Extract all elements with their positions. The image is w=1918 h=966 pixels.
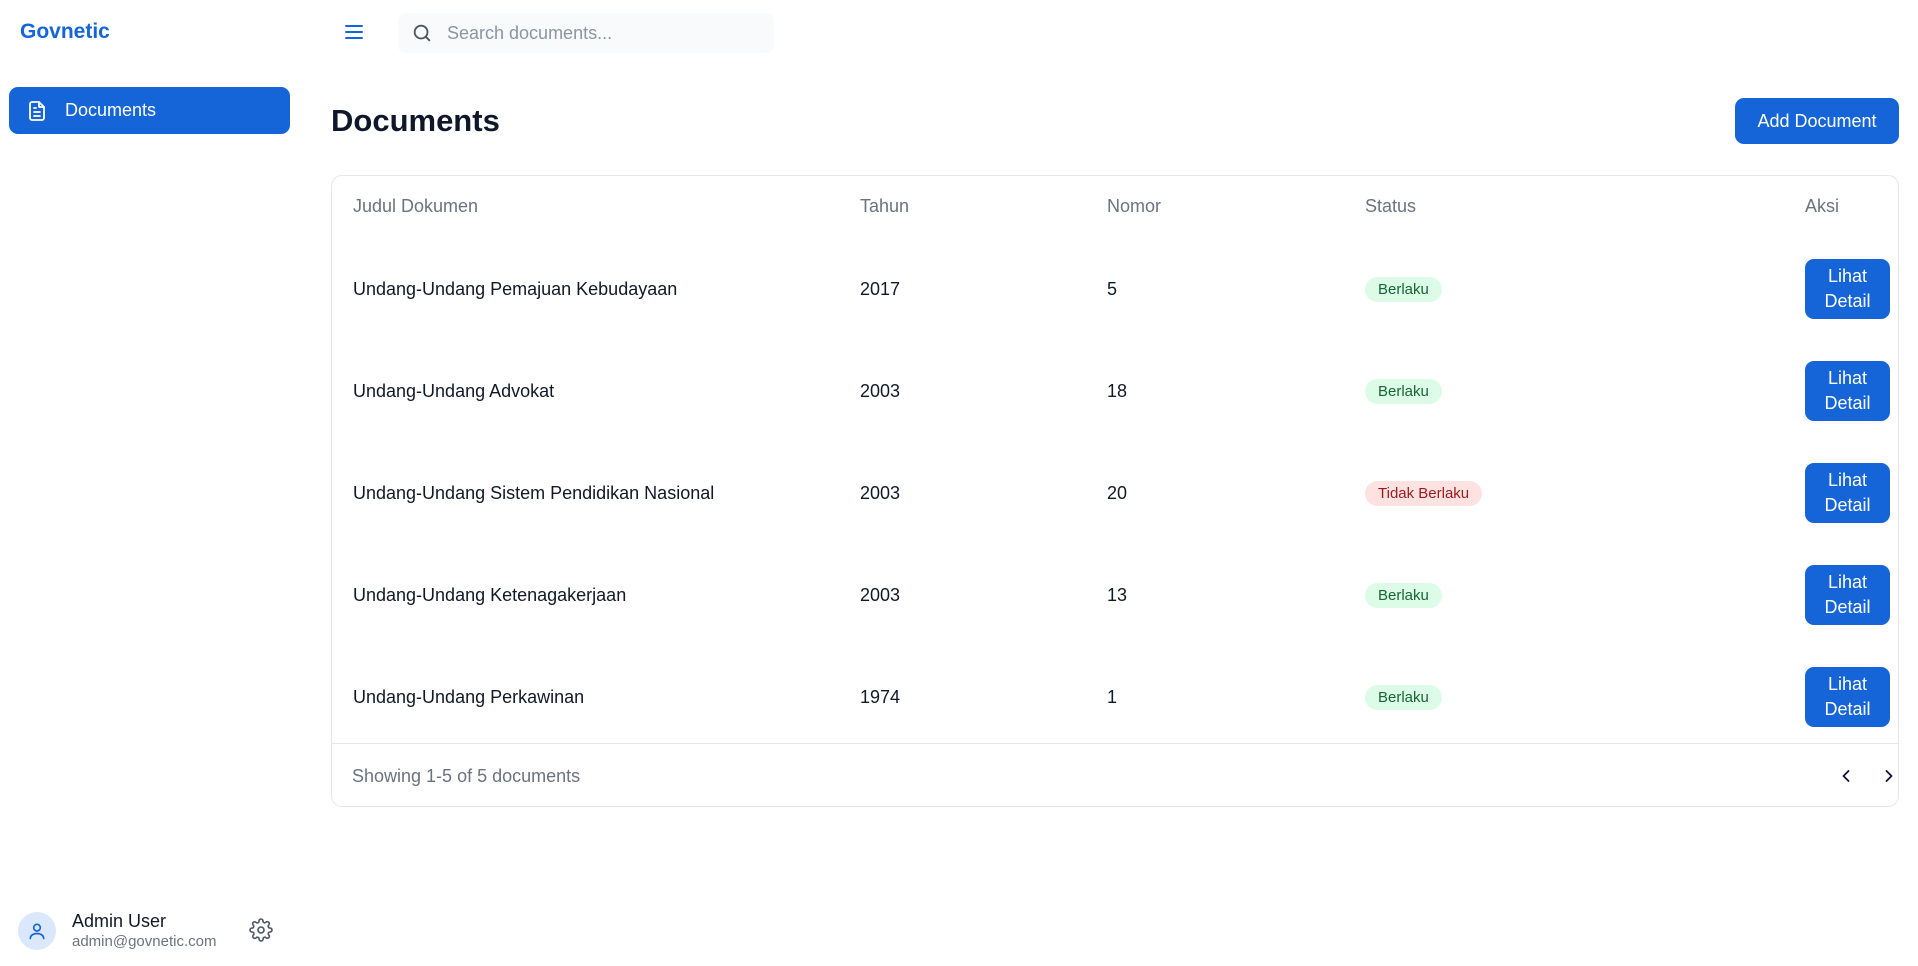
column-header-action: Aksi [1805, 196, 1840, 216]
status-badge: Berlaku [1365, 582, 1442, 608]
view-detail-button[interactable]: Lihat Detail [1805, 259, 1890, 319]
view-detail-button[interactable]: Lihat Detail [1805, 565, 1890, 625]
avatar [18, 912, 56, 950]
brand-logo[interactable]: Govnetic [20, 20, 110, 44]
add-document-button[interactable]: Add Document [1735, 98, 1899, 144]
document-title: Undang-Undang Sistem Pendidikan Nasional [353, 482, 715, 503]
table-row: Undang-Undang Perkawinan 1974 1 Berlaku … [332, 646, 1898, 748]
document-number: 18 [1107, 380, 1128, 401]
document-number: 20 [1107, 482, 1128, 503]
chevron-left-icon [1842, 770, 1850, 782]
next-page-button[interactable] [1877, 764, 1901, 788]
document-year: 2003 [860, 584, 901, 605]
hamburger-icon [345, 25, 363, 39]
document-number: 5 [1107, 278, 1118, 299]
previous-page-button[interactable] [1834, 764, 1858, 788]
table-footer: Showing 1-5 of 5 documents [332, 743, 1898, 807]
document-year: 1974 [860, 686, 901, 707]
gear-icon[interactable] [249, 918, 275, 944]
user-icon [29, 923, 45, 940]
view-detail-button[interactable]: Lihat Detail [1805, 463, 1890, 523]
chevron-right-icon [1885, 770, 1893, 782]
document-title: Undang-Undang Perkawinan [353, 686, 585, 707]
pagination-summary: Showing 1-5 of 5 documents [352, 766, 581, 786]
user-name: Admin User [72, 911, 167, 931]
column-header-year: Tahun [860, 196, 910, 216]
page-title: Documents [331, 103, 500, 138]
view-detail-button[interactable]: Lihat Detail [1805, 361, 1890, 421]
search-input[interactable] [447, 22, 747, 44]
table-row: Undang-Undang Advokat 2003 18 Berlaku Li… [332, 340, 1898, 442]
sidebar-item-label: Documents [65, 100, 157, 120]
document-year: 2017 [860, 278, 901, 299]
document-number: 1 [1107, 686, 1118, 707]
document-title: Undang-Undang Ketenagakerjaan [353, 584, 627, 605]
document-title: Undang-Undang Advokat [353, 380, 555, 401]
user-profile[interactable]: Admin User admin@govnetic.com [18, 906, 288, 956]
document-icon [25, 99, 49, 123]
document-title: Undang-Undang Pemajuan Kebudayaan [353, 278, 678, 299]
search-icon [411, 22, 433, 44]
sidebar-item-documents[interactable]: Documents [9, 87, 290, 134]
app: Govnetic Documents Admin User admin@govn… [0, 0, 1918, 966]
column-header-title: Judul Dokumen [353, 196, 479, 216]
menu-toggle-button[interactable] [340, 18, 368, 46]
status-badge: Berlaku [1365, 276, 1442, 302]
status-badge: Tidak Berlaku [1365, 480, 1483, 506]
document-number: 13 [1107, 584, 1128, 605]
document-year: 2003 [860, 482, 901, 503]
user-email: admin@govnetic.com [72, 933, 217, 950]
status-badge: Berlaku [1365, 378, 1442, 404]
search-bar[interactable] [398, 13, 774, 53]
document-year: 2003 [860, 380, 901, 401]
view-detail-button[interactable]: Lihat Detail [1805, 667, 1890, 727]
column-header-number: Nomor [1107, 196, 1162, 216]
documents-table: Judul Dokumen Tahun Nomor Status Aksi Un… [331, 175, 1899, 807]
sidebar: Govnetic Documents Admin User admin@govn… [0, 0, 300, 966]
table-row: Undang-Undang Sistem Pendidikan Nasional… [332, 442, 1898, 544]
table-row: Undang-Undang Ketenagakerjaan 2003 13 Be… [332, 544, 1898, 646]
status-badge: Berlaku [1365, 684, 1442, 710]
column-header-status: Status [1365, 196, 1417, 216]
table-row: Undang-Undang Pemajuan Kebudayaan 2017 5… [332, 238, 1898, 340]
user-info: Admin User admin@govnetic.com [72, 910, 216, 952]
